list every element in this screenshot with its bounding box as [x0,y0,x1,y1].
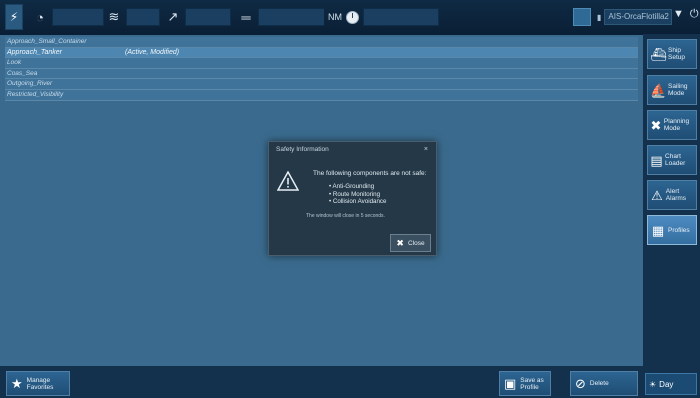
list-item[interactable]: Outgoing_River [5,79,638,90]
range-field [258,8,324,26]
ship-route-icon: ⚡ [9,10,19,24]
dialog-title: Safety Information [276,146,329,153]
tools-icon: ✖ [650,117,662,133]
heading-field [185,8,231,26]
dialog-title-bar: Safety Information × [269,142,436,158]
profile-name: Coas_Sea [7,69,38,77]
profile-list: Approach_Small_Container Approach_Tanker… [5,37,638,101]
range-extra-field [363,8,439,26]
pointer-icon: ↗ [167,9,179,24]
wind-field [126,8,160,26]
list-item: Collision Avoidance [329,198,387,206]
planning-mode-button[interactable]: ✖ Planning Mode [647,110,697,140]
list-item: Anti-Grounding [329,183,386,191]
delete-button[interactable]: ⊘ Delete [570,371,638,396]
list-item[interactable]: Restricted_Visibility [5,89,638,101]
save-as-profile-label: Save as Profile [520,376,544,391]
dialog-heading: The following components are not safe: [313,170,427,177]
speed-field [52,8,104,26]
profile-name: Look [7,59,22,67]
ship-icon: ⛴ [650,46,667,62]
x-icon: ✖ [396,237,404,248]
profiles-button[interactable]: ▦ Profiles [647,215,697,245]
profiles-label: Profiles [668,226,690,234]
profile-name: Restricted_Visibility [7,90,64,98]
vessel-icon: ▮ [597,12,602,22]
unsafe-components-list: Anti-Grounding Route Monitoring Collisio… [329,183,387,206]
chart-loader-button[interactable]: ▤ Chart Loader [647,145,697,175]
no-entry-icon: ⊘ [575,376,586,391]
profile-name: Approach_Tanker [7,48,63,56]
wind-icon: ≋ [108,9,120,24]
range-readout: ═ NM [238,7,439,27]
alarms-button[interactable]: ⚠ Alert Alarms [647,180,697,210]
alarms-label: Alert Alarms [665,188,687,202]
ruler-icon: ═ [241,9,251,25]
chart-stack-icon: ▤ [650,152,663,168]
speedometer-icon: ◔ [36,9,44,25]
day-night-label: Day [659,379,674,389]
vessel-name: AIS-OrcaFlotilla2 [604,9,673,25]
profile-name: Outgoing_River [7,80,53,88]
manage-favorites-button[interactable]: ★ Manage Favorites [6,371,70,396]
navigation-menu-button[interactable]: ⚡ [5,4,23,30]
auto-close-note: The window will close in 5 seconds. [306,213,385,219]
bottom-bar: ★ Manage Favorites ▣ Save as Profile ⊘ Dele… [0,366,643,398]
top-bar: ⚡ ◔ ≋ ↗ ═ NM ▮ AIS-OrcaFlotilla2 ▼ ⏻ [0,0,700,35]
profile-status: (Active, Modified) [125,48,180,56]
list-item[interactable]: Look [5,58,638,69]
save-as-profile-button[interactable]: ▣ Save as Profile [499,371,551,396]
list-item[interactable]: Coas_Sea [5,68,638,80]
nm-label: NM [328,12,342,22]
ship-setup-button[interactable]: ⛴ Ship Setup [647,39,697,69]
profiles-icon: ▦ [651,222,665,238]
sailing-mode-button[interactable]: ⛵ Sailing Mode [647,75,697,105]
list-item[interactable]: Approach_Small_Container [5,37,638,48]
list-item: Route Monitoring [329,191,386,199]
sun-icon: ☀ [649,379,657,389]
right-sidebar: ⛴ Ship Setup ⛵ Sailing Mode ✖ Planning Mode… [643,34,700,398]
manage-favorites-label: Manage Favorites [26,376,54,391]
safety-information-dialog: Safety Information × The following compo… [268,141,437,256]
close-button-label: Close [407,239,425,247]
save-icon: ▣ [504,376,517,391]
ship-setup-label: Ship Setup [668,47,685,61]
planning-mode-label: Planning Mode [663,118,690,132]
power-icon[interactable]: ⏻ [690,8,699,21]
profile-name: Approach_Small_Container [7,38,87,45]
star-icon: ★ [11,376,23,391]
speed-readout: ◔ [32,7,104,27]
vessel-selector[interactable]: ▮ AIS-OrcaFlotilla2 [597,8,673,26]
day-night-selector[interactable]: ☀ Day [645,373,697,395]
chevron-down-icon[interactable]: ▼ [673,8,684,21]
delete-label: Delete [589,380,609,387]
warning-icon: ⚠ [651,187,663,203]
close-icon[interactable]: × [424,142,428,158]
warning-icon [276,170,300,196]
sailing-icon: ⛵ [650,82,667,98]
chart-loader-label: Chart Loader [665,153,686,167]
close-button[interactable]: ✖ Close [390,234,431,252]
display-mode-button[interactable] [573,8,591,26]
wind-readout: ≋ [106,7,160,27]
sailing-mode-label: Sailing Mode [668,83,688,97]
list-item-selected[interactable]: Approach_Tanker (Active, Modified) [5,47,638,59]
range-dial-icon[interactable] [346,10,359,24]
heading-readout: ↗ [165,7,231,27]
